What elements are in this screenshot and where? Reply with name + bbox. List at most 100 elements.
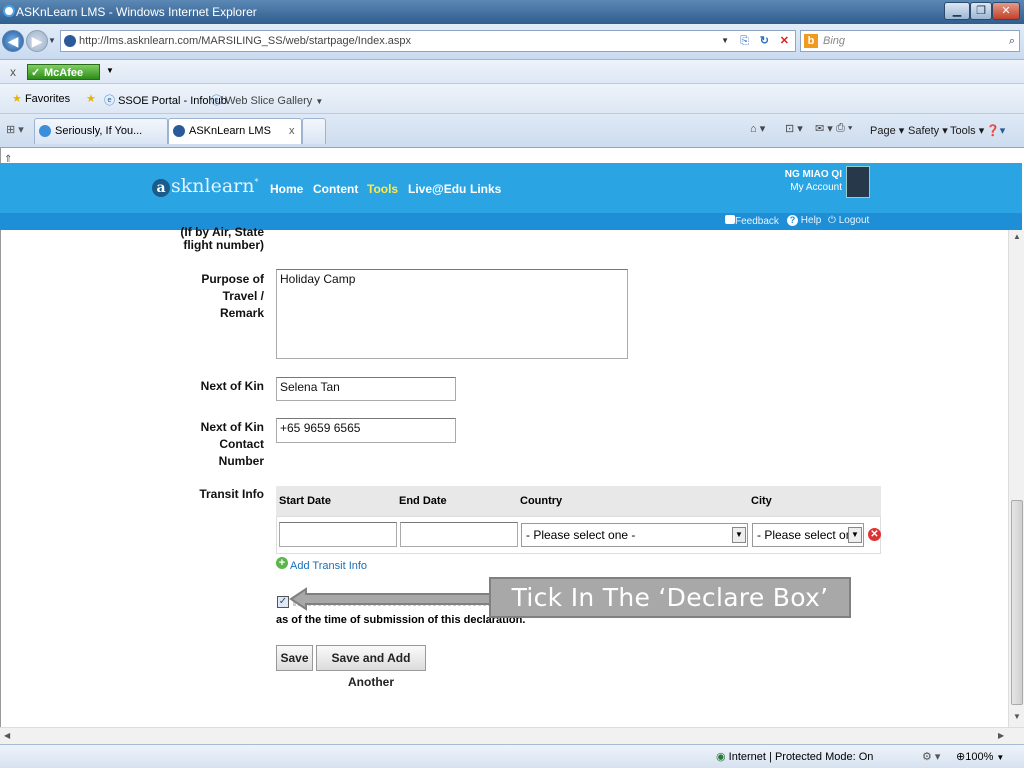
next-of-kin-label: Next of Kin [200,379,264,393]
tab-asknlearn[interactable]: ASKnLearn LMS x [168,118,302,144]
close-button[interactable]: ✕ [992,2,1020,20]
search-icon[interactable]: ⌕ [1009,31,1015,51]
star-icon: ★ [12,93,22,105]
kin-contact-label: Next of Kin Contact Number [200,420,264,468]
nav-home[interactable]: Home [270,182,303,196]
url-input[interactable]: http://lms.asknlearn.com/MARSILING_SS/we… [60,30,796,52]
asknlearn-logo[interactable]: a sknlearn* [152,175,258,197]
flight-number-label: (If by Air, State flight number) [180,226,264,252]
instruction-callout: Tick In The ‘Declare Box’ [489,577,851,618]
tab-label: ASKnLearn LMS [189,125,271,137]
nav-live-edu[interactable]: Live@Edu [408,182,466,196]
ie-page-icon: ⓔ [211,95,222,107]
quick-tabs-icon[interactable]: ⊞ ▾ [6,123,24,136]
print-icon[interactable]: ⎙ ▾ [836,122,852,135]
tab-label: Seriously, If You... [55,125,143,137]
new-tab-button[interactable] [302,118,326,144]
end-date-input[interactable] [400,522,518,547]
ie-page-icon [39,125,51,137]
nav-content[interactable]: Content [313,182,358,196]
user-info: NG MIAO QI My Account [785,168,842,194]
tools-menu[interactable]: Tools ▾ [950,124,984,137]
maximize-button[interactable]: ❐ [970,2,992,20]
tab-bar: ⊞ ▾ Seriously, If You... ASKnLearn LMS x… [0,114,1024,148]
my-account-link[interactable]: My Account [785,181,842,194]
search-input[interactable]: b Bing ⌕ [800,30,1020,52]
favorite-link-webslice[interactable]: ⓔ Web Slice Gallery ▼ [211,92,323,108]
security-zone[interactable]: ◉ Internet | Protected Mode: On [716,750,873,763]
horizontal-scrollbar[interactable]: ◀ ▶ [0,727,1024,744]
home-icon[interactable]: ⌂ ▾ [750,122,765,135]
save-and-add-button[interactable]: Save and Add Another [316,645,426,689]
safety-menu[interactable]: Safety ▾ [908,124,948,137]
protected-mode-icon[interactable]: ⚙ ▾ [922,750,940,763]
address-bar: ◀ ▶ ▼ http://lms.asknlearn.com/MARSILING… [0,24,1024,60]
delete-transit-icon[interactable]: ✕ [868,528,881,541]
transit-table-header: Start Date End Date Country City [276,486,881,516]
purpose-label: Purpose of Travel / Remark [201,272,264,320]
power-icon: ⏻ [828,215,836,226]
country-select-value: - Please select one - [526,528,636,542]
site-icon [64,35,76,47]
kin-contact-input[interactable]: +65 9659 6565 [276,418,456,443]
ie-page-icon: ⓔ [104,95,115,107]
chevron-down-icon: ▼ [315,97,324,106]
purpose-textarea[interactable]: Holiday Camp [276,269,628,359]
url-dropdown-icon[interactable]: ▼ [721,31,729,51]
favorites-button[interactable]: ★ Favorites [12,92,70,105]
history-dropdown-icon[interactable]: ▼ [48,36,56,45]
city-select[interactable]: - Please select one - ▼ [752,523,864,547]
scroll-right-icon[interactable]: ▶ [998,731,1004,740]
feeds-icon[interactable]: ⊡ ▾ [785,122,803,135]
add-favorite-icon[interactable]: ★ [86,92,96,105]
zoom-control[interactable]: ⊕100% ▼ [956,750,1004,763]
feedback-link[interactable]: Feedback [725,215,779,227]
zone-text: Internet | Protected Mode: On [728,751,874,763]
header-start-date: Start Date [279,495,331,507]
tab-seriously[interactable]: Seriously, If You... [34,118,168,144]
mcafee-button[interactable]: ✓ McAfee [27,64,100,80]
compat-view-icon[interactable]: ⎘ [740,31,749,51]
nav-links[interactable]: Links [470,182,501,196]
minimize-button[interactable]: ▁ [944,2,970,20]
back-button[interactable]: ◀ [2,30,24,52]
logo-text: sknlearn [171,175,255,197]
close-toolbar-icon[interactable]: x [10,65,16,79]
mail-icon[interactable]: ✉ ▾ [815,122,833,135]
header-country: Country [520,495,563,507]
save-button[interactable]: Save [276,645,313,671]
page-menu[interactable]: Page ▾ [870,124,904,137]
nav-tools[interactable]: Tools [367,182,398,196]
mcafee-shield-icon: ✓ [31,67,41,79]
window-title-bar: ASKnLearn LMS - Windows Internet Explore… [0,0,1024,24]
stop-icon[interactable]: ✕ [780,31,789,51]
close-tab-icon[interactable]: x [289,119,295,143]
page-menu-label: Page [870,125,896,137]
help-circle-icon: ? [787,215,798,226]
start-date-input[interactable] [279,522,397,547]
scroll-left-icon[interactable]: ◀ [4,731,10,740]
vertical-scrollbar[interactable]: ▲ ▼ [1008,230,1024,727]
feedback-icon [725,215,735,224]
chevron-down-icon: ▼ [996,753,1005,762]
favorites-label: Favorites [24,93,71,105]
help-icon[interactable]: ❓▾ [986,124,1005,137]
scroll-up-icon[interactable]: ▲ [1013,232,1021,241]
scroll-thumb[interactable] [1011,500,1023,705]
help-link[interactable]: ? Help [787,215,821,226]
feedback-label: Feedback [735,216,779,227]
forward-button[interactable]: ▶ [26,30,48,52]
favorite-link-ssoe[interactable]: ⓔ SSOE Portal - Infohub [104,92,227,108]
scroll-down-icon[interactable]: ▼ [1013,712,1021,721]
add-circle-icon[interactable]: + [276,557,288,569]
add-transit-link[interactable]: Add Transit Info [290,560,367,572]
next-of-kin-input[interactable]: Selena Tan [276,377,456,401]
avatar[interactable] [846,166,870,198]
refresh-icon[interactable]: ↻ [760,31,769,51]
mcafee-dropdown-icon[interactable]: ▼ [106,66,114,75]
country-select[interactable]: - Please select one - ▼ [521,523,748,547]
header-city: City [751,495,772,507]
logo-mark-icon: a [152,179,170,197]
zoom-level: 100% [965,751,994,763]
logout-link[interactable]: ⏻ Logout [828,215,869,226]
